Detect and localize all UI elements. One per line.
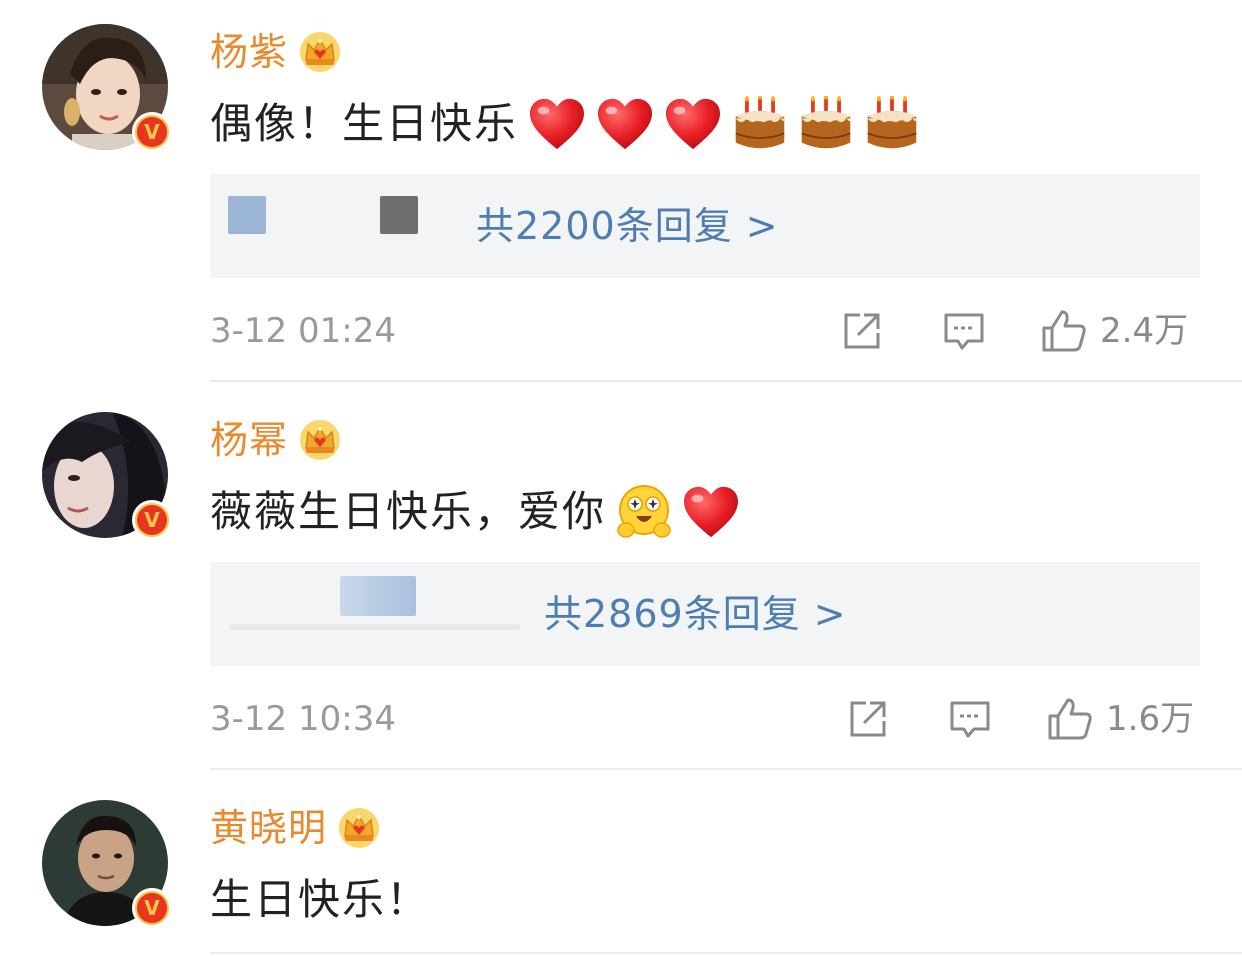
divider xyxy=(210,952,1242,954)
comment-icon xyxy=(950,701,990,738)
reply-preview-box[interactable]: 共2869条回复 > xyxy=(210,562,1200,666)
crown-icon xyxy=(337,806,381,850)
repost-button[interactable] xyxy=(840,308,884,354)
view-replies-link[interactable]: 共2869条回复 > xyxy=(544,562,847,666)
red-heart-emoji xyxy=(528,97,586,151)
view-replies-link[interactable]: 共2200条回复 > xyxy=(476,174,779,278)
comment-text: 偶像！生日快乐 xyxy=(210,92,920,156)
timestamp: 3-12 10:34 xyxy=(210,699,396,739)
divider xyxy=(210,380,1242,382)
birthday-cake-emoji xyxy=(732,96,788,152)
verified-badge-icon: V xyxy=(132,888,172,928)
share-icon xyxy=(844,313,880,349)
blurred-reply-avatar xyxy=(380,196,418,234)
username[interactable]: 杨幂 xyxy=(210,414,288,466)
like-button[interactable]: 1.6万 xyxy=(1046,696,1194,742)
comment-body: 生日快乐！ xyxy=(210,875,431,924)
username[interactable]: 杨紫 xyxy=(210,26,288,78)
reply-preview-box[interactable]: 共2200条回复 > xyxy=(210,174,1200,278)
comment-meta: 3-12 01:24 2.4万 xyxy=(210,298,1200,364)
birthday-cake-emoji xyxy=(798,96,854,152)
divider xyxy=(210,768,1242,770)
comment-body: 薇薇生日快乐，爱你 xyxy=(210,487,607,536)
comment-body: 偶像！生日快乐 xyxy=(210,99,519,148)
comment-meta: 3-12 10:34 1.6万 xyxy=(210,686,1200,752)
comment-text: 生日快乐！ xyxy=(210,868,430,932)
starstruck-hug-emoji xyxy=(617,485,671,538)
birthday-cake-emoji xyxy=(864,96,920,152)
blurred-reply-avatar xyxy=(340,576,416,616)
thumbs-up-icon xyxy=(1042,310,1086,352)
avatar[interactable]: V xyxy=(42,800,172,928)
username-row: 黄晓明 xyxy=(210,802,381,854)
avatar[interactable]: V xyxy=(42,24,172,152)
blurred-reply-text xyxy=(230,624,520,630)
share-icon xyxy=(850,701,886,737)
thumbs-up-icon xyxy=(1048,698,1092,740)
crown-icon xyxy=(298,30,342,74)
red-heart-emoji xyxy=(596,97,654,151)
like-count: 2.4万 xyxy=(1100,311,1189,351)
like-count: 1.6万 xyxy=(1106,699,1195,739)
verified-badge-icon: V xyxy=(132,112,172,152)
comment-icon xyxy=(944,313,984,350)
red-heart-emoji xyxy=(664,97,722,151)
red-heart-emoji xyxy=(682,485,740,539)
username-row: 杨幂 xyxy=(210,414,342,466)
crown-icon xyxy=(298,418,342,462)
username-row: 杨紫 xyxy=(210,26,342,78)
username[interactable]: 黄晓明 xyxy=(210,802,327,854)
blurred-reply-avatar xyxy=(228,196,266,234)
timestamp: 3-12 01:24 xyxy=(210,311,396,351)
comment-thread: { "colors": { "username": "#e88a2e", "re… xyxy=(0,0,1242,956)
comment-text: 薇薇生日快乐，爱你 xyxy=(210,480,740,544)
avatar[interactable]: V xyxy=(42,412,172,540)
reply-button[interactable] xyxy=(942,308,986,354)
reply-button[interactable] xyxy=(948,696,992,742)
repost-button[interactable] xyxy=(846,696,890,742)
verified-badge-icon: V xyxy=(132,500,172,540)
like-button[interactable]: 2.4万 xyxy=(1040,308,1188,354)
